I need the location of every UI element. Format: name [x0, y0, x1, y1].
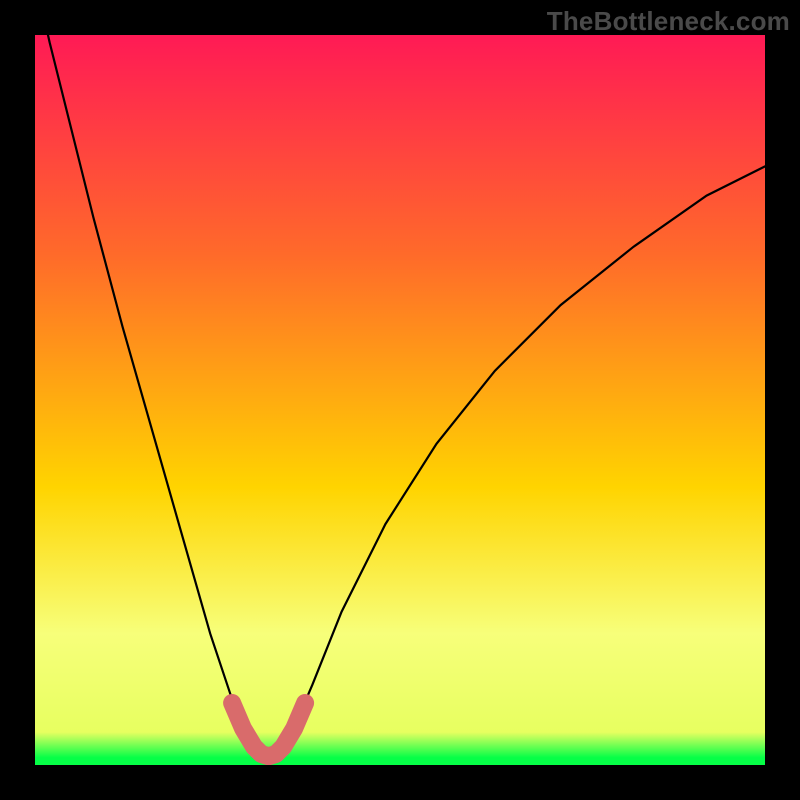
watermark-text: TheBottleneck.com: [547, 6, 790, 37]
plot-area: [35, 35, 765, 765]
chart-svg: [35, 35, 765, 765]
chart-frame: TheBottleneck.com: [0, 0, 800, 800]
